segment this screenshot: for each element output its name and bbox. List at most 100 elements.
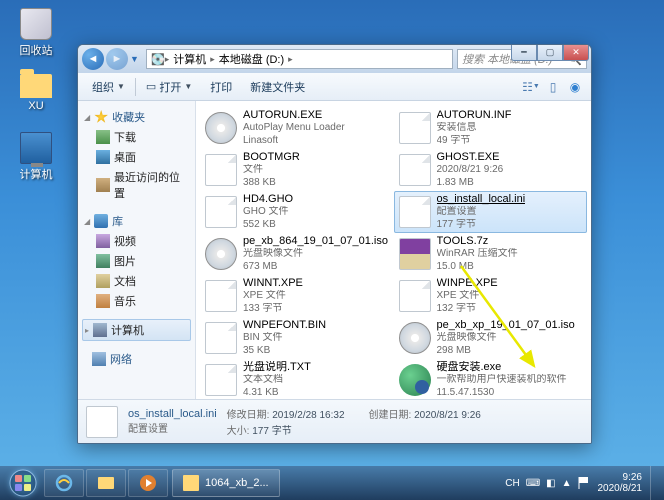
toolbar-open-button[interactable]: ▭ 打开 ▼ (138, 76, 200, 98)
address-bar[interactable]: 💽 ▸ 计算机 ▸ 本地磁盘 (D:) ▸ (146, 49, 453, 69)
file-size: 1.83 MB (437, 177, 504, 190)
file-type: 配置设置 (437, 206, 526, 219)
view-options-button[interactable]: ☷▼ (521, 77, 541, 97)
recycle-bin-icon (20, 8, 52, 40)
file-item[interactable]: WINNT.XPEXPE 文件133 字节 (200, 275, 394, 317)
tray-chevron-up-icon[interactable]: ▲ (562, 478, 572, 489)
file-type: 2020/8/21 9:26 (437, 164, 504, 177)
breadcrumb-segment[interactable]: 计算机 (169, 51, 210, 67)
nav-history-dropdown[interactable]: ▼ (130, 54, 142, 64)
show-desktop-button[interactable] (650, 466, 660, 500)
chevron-down-icon: ▼ (184, 82, 192, 91)
toolbar-label: 打开 (159, 79, 181, 95)
help-button[interactable]: ◉ (565, 77, 585, 97)
file-item[interactable]: AUTORUN.INF安装信息49 字节 (394, 107, 588, 149)
file-item[interactable]: BOOTMGR文件388 KB (200, 149, 394, 191)
document-icon (96, 274, 110, 288)
file-type: 光盘映像文件 (243, 248, 388, 261)
file-item[interactable]: 硬盘安装.exe一款帮助用户快速装机的软件11.5.47.1530 (394, 359, 588, 399)
tray-action-center-icon[interactable] (578, 476, 592, 490)
file-type: XPE 文件 (437, 290, 498, 303)
file-item[interactable]: os_install_local.ini配置设置177 字节 (394, 191, 588, 233)
file-type-icon (205, 196, 237, 228)
file-name: HD4.GHO (243, 193, 293, 207)
sidebar-label: 视频 (114, 233, 136, 249)
toolbar-label: 打印 (210, 79, 232, 95)
sidebar-item-videos[interactable]: 视频 (82, 231, 191, 251)
desktop-icon-label: 计算机 (12, 166, 60, 182)
file-size: 4.31 KB (243, 387, 311, 399)
start-button[interactable] (4, 468, 42, 498)
sidebar-label: 网络 (110, 351, 132, 367)
file-type-icon (205, 154, 237, 186)
file-icon (86, 406, 118, 438)
file-type-icon (399, 238, 431, 270)
sidebar-label: 桌面 (114, 149, 136, 165)
sidebar-label: 收藏夹 (112, 109, 145, 125)
breadcrumb-segment[interactable]: 本地磁盘 (D:) (215, 51, 288, 67)
file-name: WINNT.XPE (243, 277, 303, 291)
file-type: GHO 文件 (243, 206, 293, 219)
nav-back-button[interactable]: ◄ (82, 48, 104, 70)
picture-icon (96, 254, 110, 268)
file-size: 11.5.47.1530 (437, 387, 567, 399)
folder-icon (183, 475, 199, 491)
taskbar: 1064_xb_2... CH ⌨ ◧ ▲ 9:26 2020/8/21 (0, 466, 664, 500)
preview-pane-button[interactable]: ▯ (543, 77, 563, 97)
toolbar: 组织 ▼ ▭ 打开 ▼ 打印 新建文件夹 ☷▼ ▯ ◉ (78, 73, 591, 101)
star-icon (94, 110, 108, 124)
file-item[interactable]: 光盘说明.TXT文本文档4.31 KB (200, 359, 394, 399)
file-item[interactable]: pe_xb_864_19_01_07_01.iso光盘映像文件673 MB (200, 233, 394, 275)
sidebar-item-pictures[interactable]: 图片 (82, 251, 191, 271)
folder-icon (20, 74, 52, 98)
file-type: 文本文档 (243, 374, 311, 387)
tray-ime-icon[interactable]: ⌨ (526, 478, 540, 489)
tray-ime-indicator[interactable]: CH (505, 478, 519, 489)
file-type: XPE 文件 (243, 290, 303, 303)
close-button[interactable]: ✕ (563, 45, 589, 61)
details-file-type: 配置设置 (128, 420, 217, 435)
sidebar-item-desktop[interactable]: 桌面 (82, 147, 191, 167)
tray-clock[interactable]: 9:26 2020/8/21 (598, 472, 643, 494)
toolbar-print-button[interactable]: 打印 (202, 76, 240, 98)
sidebar-item-network[interactable]: ▸ 网络 (82, 349, 191, 369)
file-item[interactable]: pe_xb_xp_19_01_07_01.iso光盘映像文件298 MB (394, 317, 588, 359)
file-item[interactable]: WNPEFONT.BINBIN 文件35 KB (200, 317, 394, 359)
desktop-icon (96, 150, 110, 164)
sidebar-item-recent[interactable]: 最近访问的位置 (82, 167, 191, 203)
desktop-icon-computer[interactable]: 计算机 (12, 132, 60, 182)
sidebar-item-computer[interactable]: ▸ 计算机 (82, 319, 191, 341)
file-type-icon (399, 364, 431, 396)
breadcrumb-arrow[interactable]: ▸ (288, 54, 293, 65)
download-icon (96, 130, 110, 144)
file-name: pe_xb_xp_19_01_07_01.iso (437, 319, 575, 333)
file-list[interactable]: AUTORUN.EXEAutoPlay Menu LoaderLinasoftA… (196, 101, 591, 399)
file-type-icon (399, 280, 431, 312)
taskbar-task-folder[interactable]: 1064_xb_2... (172, 469, 280, 497)
file-item[interactable]: HD4.GHOGHO 文件552 KB (200, 191, 394, 233)
file-name: 光盘说明.TXT (243, 361, 311, 375)
file-type: 光盘映像文件 (437, 332, 575, 345)
drive-icon: 💽 (151, 53, 165, 66)
taskbar-pin-mediaplayer[interactable] (128, 469, 168, 497)
file-item[interactable]: AUTORUN.EXEAutoPlay Menu LoaderLinasoft (200, 107, 394, 149)
explorer-window: ━ ▢ ✕ ◄ ► ▼ 💽 ▸ 计算机 ▸ 本地磁盘 (D:) ▸ 搜索 本地磁… (77, 44, 592, 444)
taskbar-pin-ie[interactable] (44, 469, 84, 497)
minimize-button[interactable]: ━ (511, 45, 537, 61)
toolbar-organize-button[interactable]: 组织 ▼ (84, 76, 133, 98)
desktop-icon-recycle-bin[interactable]: 回收站 (12, 8, 60, 58)
sidebar-item-documents[interactable]: 文档 (82, 271, 191, 291)
taskbar-pin-explorer[interactable] (86, 469, 126, 497)
nav-forward-button[interactable]: ► (106, 48, 128, 70)
sidebar-group-favorites[interactable]: ◢ 收藏夹 (82, 107, 191, 127)
sidebar-item-downloads[interactable]: 下载 (82, 127, 191, 147)
toolbar-newfolder-button[interactable]: 新建文件夹 (242, 76, 313, 98)
tray-ime-icon[interactable]: ◧ (546, 478, 555, 489)
file-item[interactable]: TOOLS.7zWinRAR 压缩文件15.0 MB (394, 233, 588, 275)
file-item[interactable]: WINPE.XPEXPE 文件132 字节 (394, 275, 588, 317)
file-item[interactable]: GHOST.EXE2020/8/21 9:261.83 MB (394, 149, 588, 191)
sidebar-group-libraries[interactable]: ◢ 库 (82, 211, 191, 231)
desktop-icon-folder-xu[interactable]: XU (12, 70, 60, 112)
maximize-button[interactable]: ▢ (537, 45, 563, 61)
sidebar-item-music[interactable]: 音乐 (82, 291, 191, 311)
